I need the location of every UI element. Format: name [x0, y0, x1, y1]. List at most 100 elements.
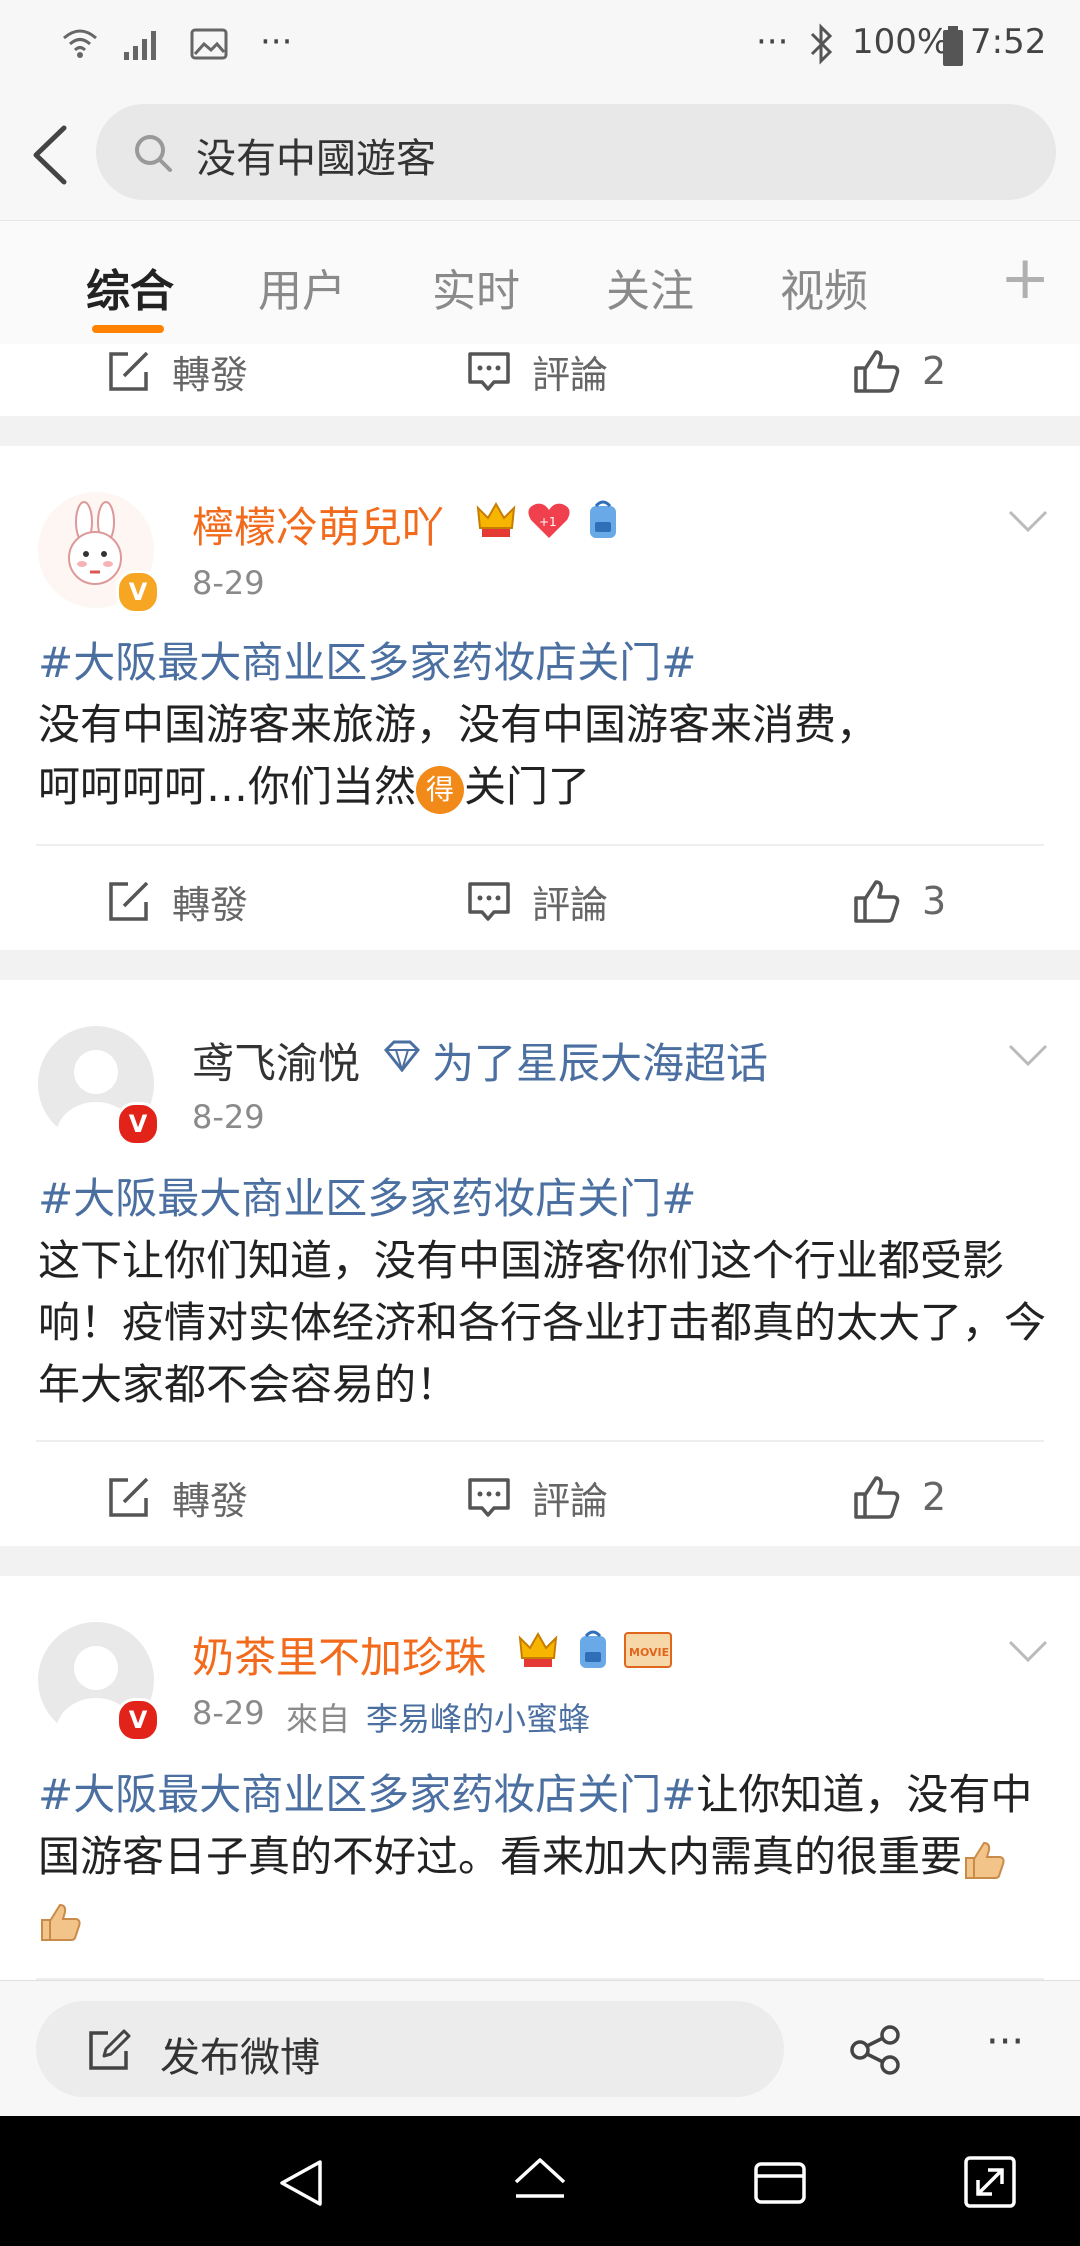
topic-link[interactable]: #大阪最大商业区多家药妆店关门# [38, 638, 696, 687]
chevron-down-icon[interactable] [1006, 1636, 1050, 1666]
source-prefix: 來自 [286, 1700, 351, 1738]
chevron-down-icon[interactable] [1006, 1040, 1050, 1070]
tab-comprehensive[interactable]: 综合 [86, 255, 174, 319]
post-body: #大阪最大商业区多家药妆店关门# 这下让你们知道，没有中国游客你们这个行业都受影… [38, 1168, 1048, 1416]
chevron-down-icon[interactable] [1006, 506, 1050, 536]
tab-video[interactable]: 视频 [780, 255, 868, 319]
nav-recents-icon[interactable] [752, 2156, 808, 2210]
nav-back-icon[interactable] [274, 2156, 328, 2210]
tab-users[interactable]: 用户 [258, 255, 346, 319]
wifi-icon [63, 29, 97, 58]
de-emoji-icon: 得 [416, 765, 465, 814]
post-date: 8-29 [192, 1694, 265, 1732]
like-button[interactable]: 2 [852, 1470, 946, 1524]
status-more-right: ··· [756, 22, 789, 62]
username[interactable]: 奶茶里不加珍珠 [192, 1624, 486, 1685]
like-count: 2 [922, 349, 947, 393]
comment-button[interactable]: 評論 [466, 1470, 608, 1524]
nav-home-icon[interactable] [510, 2152, 570, 2212]
verified-badge: V [116, 1698, 160, 1742]
nav-expand-icon[interactable] [962, 2154, 1018, 2210]
diamond-icon [383, 1040, 421, 1072]
repost-label: 轉發 [172, 882, 249, 927]
bottom-bar: 发布微博 ··· [0, 1980, 1080, 2117]
topic-link[interactable]: #大阪最大商业区多家药妆店关门# [38, 1174, 696, 1223]
repost-label: 轉發 [172, 1478, 249, 1523]
crown-badge-icon [518, 1631, 558, 1667]
thumbs-up-icon [854, 880, 900, 923]
repost-icon [109, 1477, 149, 1517]
username[interactable]: 檸檬冷萌兒吖 [192, 494, 444, 555]
post-date: 8-29 [192, 1098, 265, 1136]
post-card: V 奶茶里不加珍珠 MOVIE 8-29 來自 李易峰的小蜜蜂 #大阪最大商业区… [0, 1576, 1080, 1980]
backpack-badge-icon [590, 500, 616, 538]
search-input[interactable]: 没有中國遊客 [96, 104, 1056, 200]
compose-button[interactable]: 发布微博 [36, 2001, 784, 2097]
comment-icon [468, 882, 510, 921]
back-arrow-icon[interactable] [22, 120, 82, 190]
image-notification-icon [190, 28, 228, 60]
topic-link[interactable]: #大阪最大商业区多家药妆店关门# [38, 1770, 696, 1819]
battery-percent: 100% [852, 22, 950, 62]
system-navigation-bar [0, 2116, 1080, 2246]
post-actions: 轉發 評論 3 [0, 846, 1080, 954]
edit-icon [89, 2029, 131, 2070]
post-card-partial: 轉發 評論 2 [0, 344, 1080, 416]
post-text-line: 没有中国游客来旅游，没有中国游客来消费， [38, 700, 879, 749]
post-card: V 鸢飞渝悦 为了星辰大海超话 8-29 #大阪最大商业区多家药妆店关门# 这下… [0, 980, 1080, 1546]
comment-label: 評論 [532, 352, 609, 397]
svg-text:MOVIE: MOVIE [629, 1646, 669, 1659]
battery-icon [943, 26, 963, 66]
verified-badge: V [116, 570, 160, 614]
comment-label: 評論 [532, 1478, 609, 1523]
post-card: V 檸檬冷萌兒吖 +1 8-29 #大阪最大商业区多家药妆店关门# 没有中国游客… [0, 446, 1080, 950]
repost-icon [109, 881, 149, 921]
like-button[interactable]: 3 [852, 874, 946, 928]
thumbs-up-emoji-icon [41, 1903, 81, 1941]
share-icon[interactable] [848, 2025, 904, 2075]
post-date: 8-29 [192, 564, 265, 602]
username[interactable]: 鸢飞渝悦 [192, 1030, 360, 1091]
bluetooth-icon [810, 23, 833, 65]
clock: 7:52 [970, 22, 1047, 62]
status-more-left: ··· [260, 22, 293, 62]
search-icon [135, 135, 172, 172]
compose-label: 发布微博 [160, 2035, 320, 2081]
thumbs-up-icon [854, 1476, 900, 1519]
supertopic-link[interactable]: 为了星辰大海超话 [432, 1030, 768, 1091]
movie-badge-icon: MOVIE [624, 1632, 672, 1668]
thumbs-up-emoji-icon [965, 1841, 1005, 1879]
repost-icon [109, 351, 149, 391]
more-options-button[interactable]: ··· [986, 2019, 1024, 2065]
heart-badge-icon: +1 [528, 503, 570, 538]
thumbs-up-icon [854, 350, 900, 393]
tab-realtime[interactable]: 实时 [432, 255, 520, 319]
comment-icon [468, 1478, 510, 1517]
post-text-line: 呵呵呵呵…你们当然 [38, 762, 417, 811]
crown-badge-icon [476, 501, 516, 537]
comment-button[interactable]: 評論 [466, 344, 608, 398]
like-count: 2 [922, 1475, 947, 1519]
backpack-badge-icon [580, 1630, 606, 1668]
verified-badge: V [116, 1102, 160, 1146]
search-header: 没有中國遊客 [0, 92, 1080, 220]
post-body: #大阪最大商业区多家药妆店关门#让你知道，没有中国游客日子真的不好过。看来加大内… [38, 1764, 1048, 1950]
post-body: #大阪最大商业区多家药妆店关门# 没有中国游客来旅游，没有中国游客来消费， 呵呵… [38, 632, 1048, 818]
post-actions: 轉發 評論 2 [0, 1442, 1080, 1550]
repost-button[interactable]: 轉發 [106, 344, 248, 398]
repost-button[interactable]: 轉發 [106, 1470, 248, 1524]
repost-button[interactable]: 轉發 [106, 874, 248, 928]
add-tab-button[interactable]: + [1000, 243, 1050, 313]
search-query: 没有中國遊客 [196, 136, 436, 182]
status-bar: ··· ··· 100% 7:52 [0, 0, 1080, 92]
like-button[interactable]: 2 [852, 344, 946, 398]
tab-following[interactable]: 关注 [606, 255, 694, 319]
comment-button[interactable]: 評論 [466, 874, 608, 928]
comment-label: 評論 [532, 882, 609, 927]
repost-label: 轉發 [172, 352, 249, 397]
tab-bar: 综合 用户 实时 关注 视频 + [0, 220, 1080, 346]
post-text-line: 关门了 [464, 762, 591, 811]
post-text: 这下让你们知道，没有中国游客你们这个行业都受影响！疫情对实体经济和各行各业打击都… [38, 1236, 1047, 1409]
comment-icon [468, 352, 510, 391]
source-link[interactable]: 李易峰的小蜜蜂 [366, 1694, 590, 1740]
